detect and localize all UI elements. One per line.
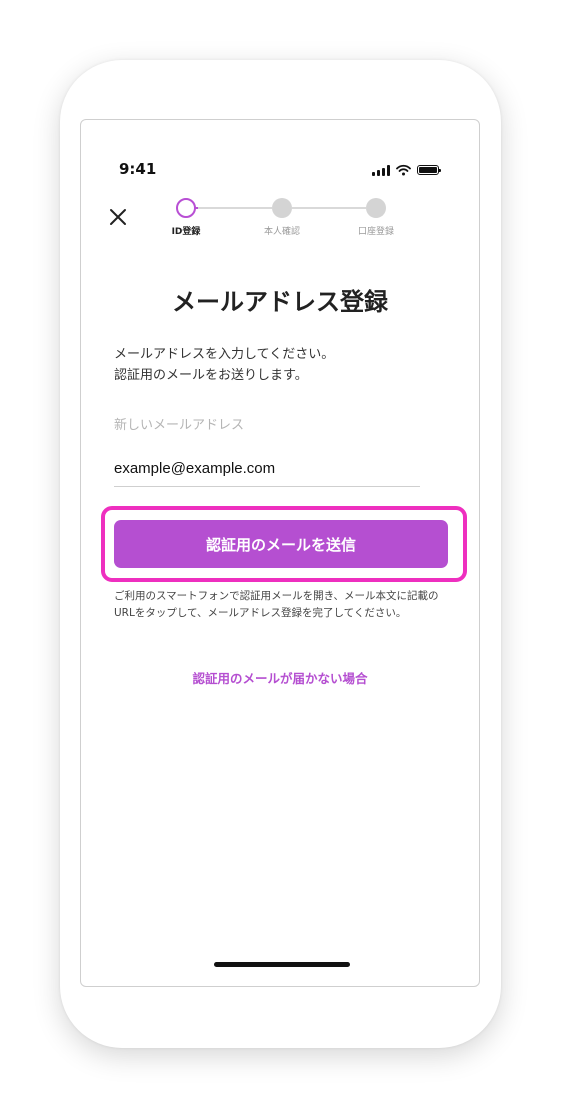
battery-icon <box>417 165 441 175</box>
email-field-label: 新しいメールアドレス <box>114 418 245 433</box>
signal-icon <box>372 164 390 176</box>
progress-stepper: ID登録 本人確認 口座登録 <box>160 196 420 242</box>
description-line-2: 認証用のメールをお送りします。 <box>114 368 308 383</box>
home-indicator <box>214 962 350 967</box>
email-field[interactable] <box>114 450 420 487</box>
step-2-label: 本人確認 <box>263 227 301 237</box>
step-connector <box>292 207 366 209</box>
status-time: 9:41 <box>119 160 157 178</box>
instruction-notice: ご利用のスマートフォンで認証用メールを開き、メール本文に記載のURLをタップして… <box>114 590 439 619</box>
email-not-received-link[interactable]: 認証用のメールが届かない場合 <box>80 668 480 687</box>
step-3-indicator <box>366 198 386 218</box>
step-connector <box>198 207 272 209</box>
step-3-label: 口座登録 <box>357 227 395 237</box>
status-icons <box>372 163 441 177</box>
step-1-label: ID登録 <box>171 227 201 237</box>
page-title: メールアドレス登録 <box>172 288 388 316</box>
description-text: メールアドレスを入力してください。 認証用のメールをお送りします。 <box>114 344 334 386</box>
close-icon[interactable] <box>106 205 130 229</box>
send-verification-email-button[interactable]: 認証用のメールを送信 <box>114 520 448 568</box>
step-2-indicator <box>272 198 292 218</box>
wifi-icon <box>396 164 411 176</box>
step-1-indicator <box>176 198 196 218</box>
description-line-1: メールアドレスを入力してください。 <box>114 347 335 362</box>
